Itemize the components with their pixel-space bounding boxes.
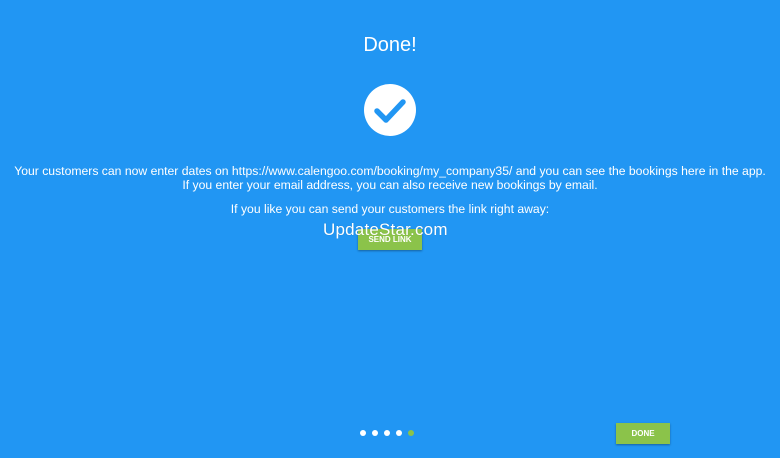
page-dot[interactable] xyxy=(396,430,402,436)
watermark-text: UpdateStar.com xyxy=(323,220,448,239)
done-button[interactable]: DONE xyxy=(616,423,670,444)
checkmark-circle-icon xyxy=(364,84,416,136)
booking-info-text: Your customers can now enter dates on ht… xyxy=(14,164,766,178)
page-dot[interactable] xyxy=(384,430,390,436)
page-title: Done! xyxy=(363,34,417,56)
page-dot[interactable] xyxy=(360,430,366,436)
send-link-prompt: If you like you can send your customers … xyxy=(230,202,550,216)
page-indicator xyxy=(360,430,414,436)
page-dot-active[interactable] xyxy=(408,430,414,436)
page-dot[interactable] xyxy=(372,430,378,436)
email-info-text: If you enter your email address, you can… xyxy=(182,178,598,192)
